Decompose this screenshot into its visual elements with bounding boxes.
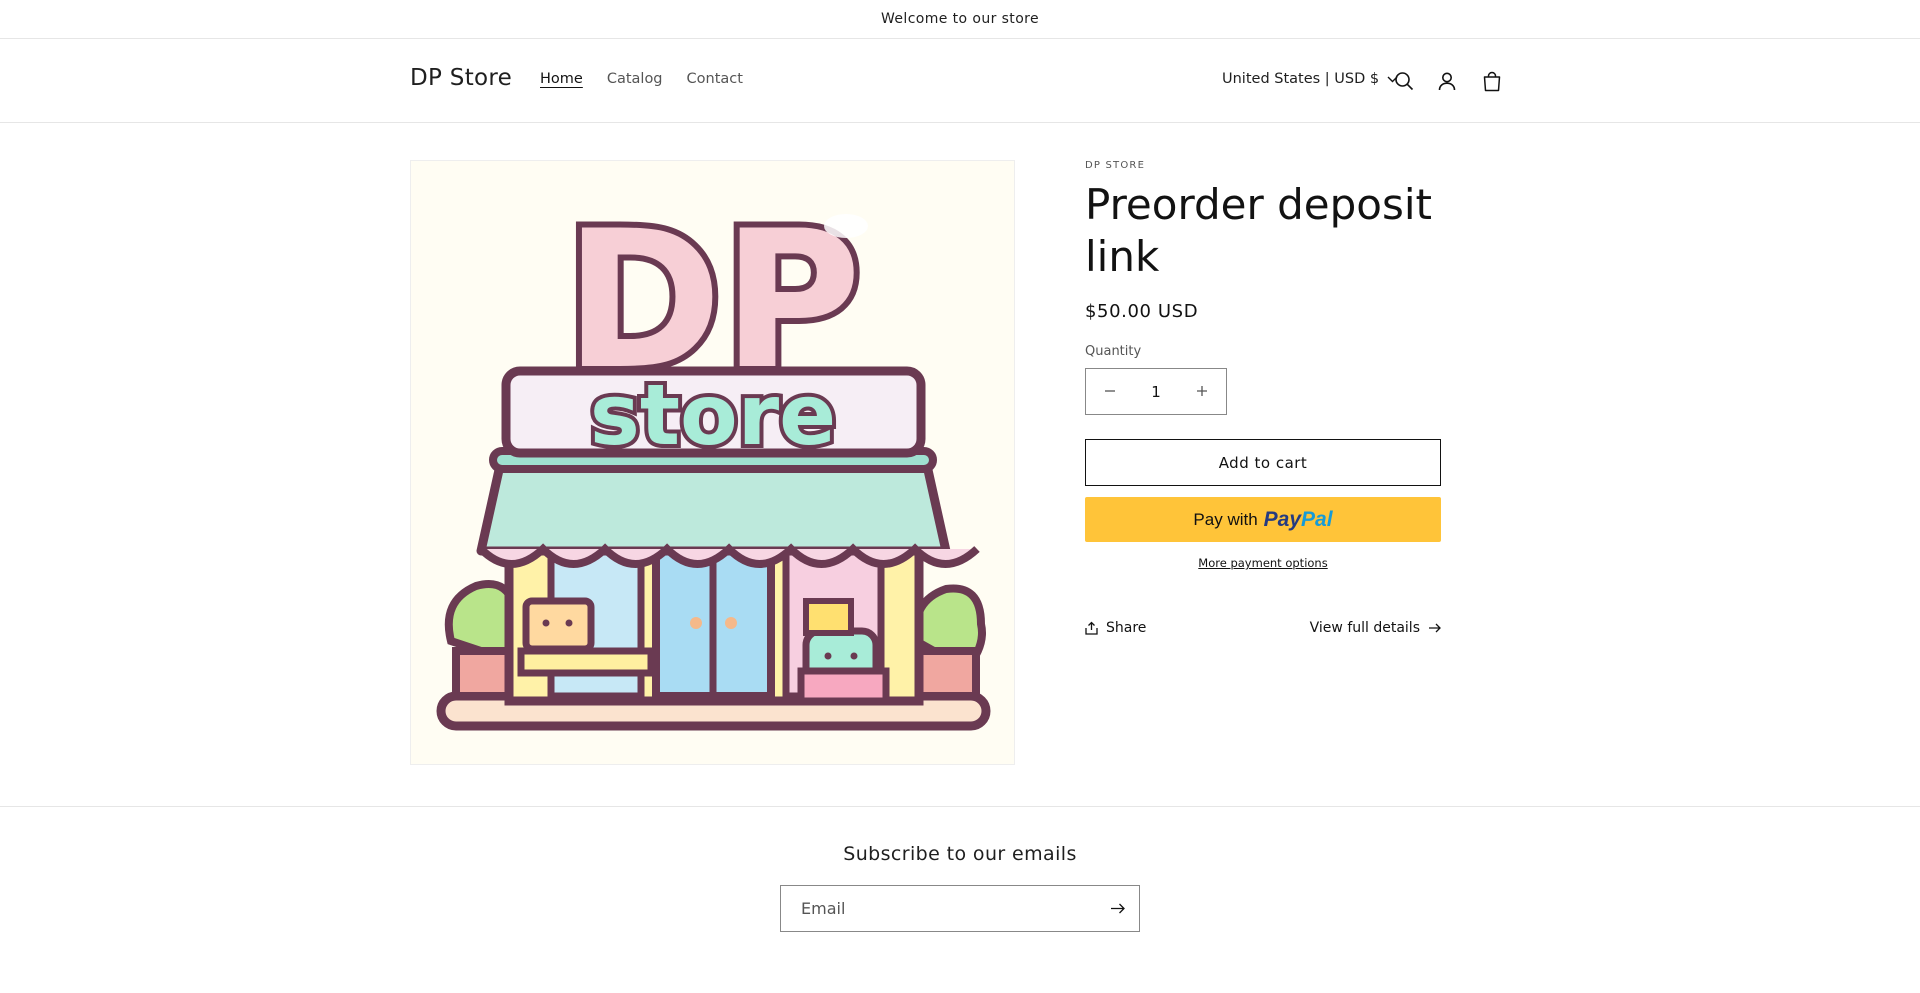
localization-label: United States | USD $ [1222, 71, 1380, 87]
paypal-button[interactable]: Pay with PayPal [1085, 497, 1441, 542]
product-info: DP STORE Preorder deposit link $50.00 US… [1085, 160, 1441, 636]
main-nav: Home Catalog Contact [540, 71, 743, 87]
share-label: Share [1106, 620, 1147, 636]
nav-home[interactable]: Home [540, 71, 583, 87]
announcement-text: Welcome to our store [880, 11, 1040, 27]
product-price: $50.00 USD [1085, 301, 1199, 322]
search-button[interactable] [1389, 66, 1419, 96]
nav-contact[interactable]: Contact [687, 71, 743, 87]
cart-button[interactable] [1477, 66, 1507, 96]
view-full-details-link[interactable]: View full details [1310, 620, 1441, 636]
newsletter-form [780, 885, 1140, 932]
nav-catalog[interactable]: Catalog [607, 71, 663, 87]
product-vendor: DP STORE [1085, 160, 1146, 171]
share-icon [1085, 621, 1098, 635]
cart-icon [1483, 71, 1501, 91]
more-payment-options-link[interactable]: More payment options [1085, 556, 1441, 570]
quantity-increase-button[interactable] [1190, 382, 1214, 402]
product-title: Preorder deposit link [1085, 180, 1432, 281]
search-icon [1395, 72, 1414, 91]
product-image[interactable]: store DP [410, 160, 1015, 765]
paypal-prefix: Pay with [1193, 509, 1258, 529]
plus-icon [1197, 385, 1207, 396]
paypal-logo-pal: Pal [1301, 507, 1333, 531]
minus-icon [1105, 389, 1115, 392]
paypal-logo-pay: Pay [1263, 507, 1302, 531]
footer-divider [0, 806, 1920, 807]
account-icon [1438, 72, 1456, 91]
announcement-bar: Welcome to our store [0, 0, 1920, 39]
email-input[interactable] [801, 899, 1095, 918]
quantity-stepper [1085, 368, 1227, 415]
site-header: DP Store Home Catalog Contact United Sta… [0, 39, 1920, 123]
logo-word-dp: DP [565, 190, 862, 411]
add-to-cart-button[interactable]: Add to cart [1085, 439, 1441, 486]
share-button[interactable]: Share [1085, 620, 1146, 636]
quantity-decrease-button[interactable] [1098, 382, 1122, 402]
paypal-logo: PayPal [1264, 508, 1333, 532]
store-logo[interactable]: DP Store [410, 65, 512, 91]
share-row: Share View full details [1085, 620, 1441, 636]
view-details-label: View full details [1309, 620, 1420, 636]
arrow-right-icon [1110, 903, 1125, 914]
subscribe-title: Subscribe to our emails [843, 843, 1077, 865]
country-currency-selector[interactable]: United States | USD $ [1222, 71, 1398, 87]
dp-store-logo-illustration: store DP [411, 161, 1014, 764]
subscribe-submit-button[interactable] [1095, 886, 1139, 931]
quantity-input[interactable] [1136, 382, 1176, 401]
quantity-label: Quantity [1085, 344, 1142, 359]
arrow-right-icon [1429, 623, 1441, 633]
account-button[interactable] [1432, 66, 1462, 96]
